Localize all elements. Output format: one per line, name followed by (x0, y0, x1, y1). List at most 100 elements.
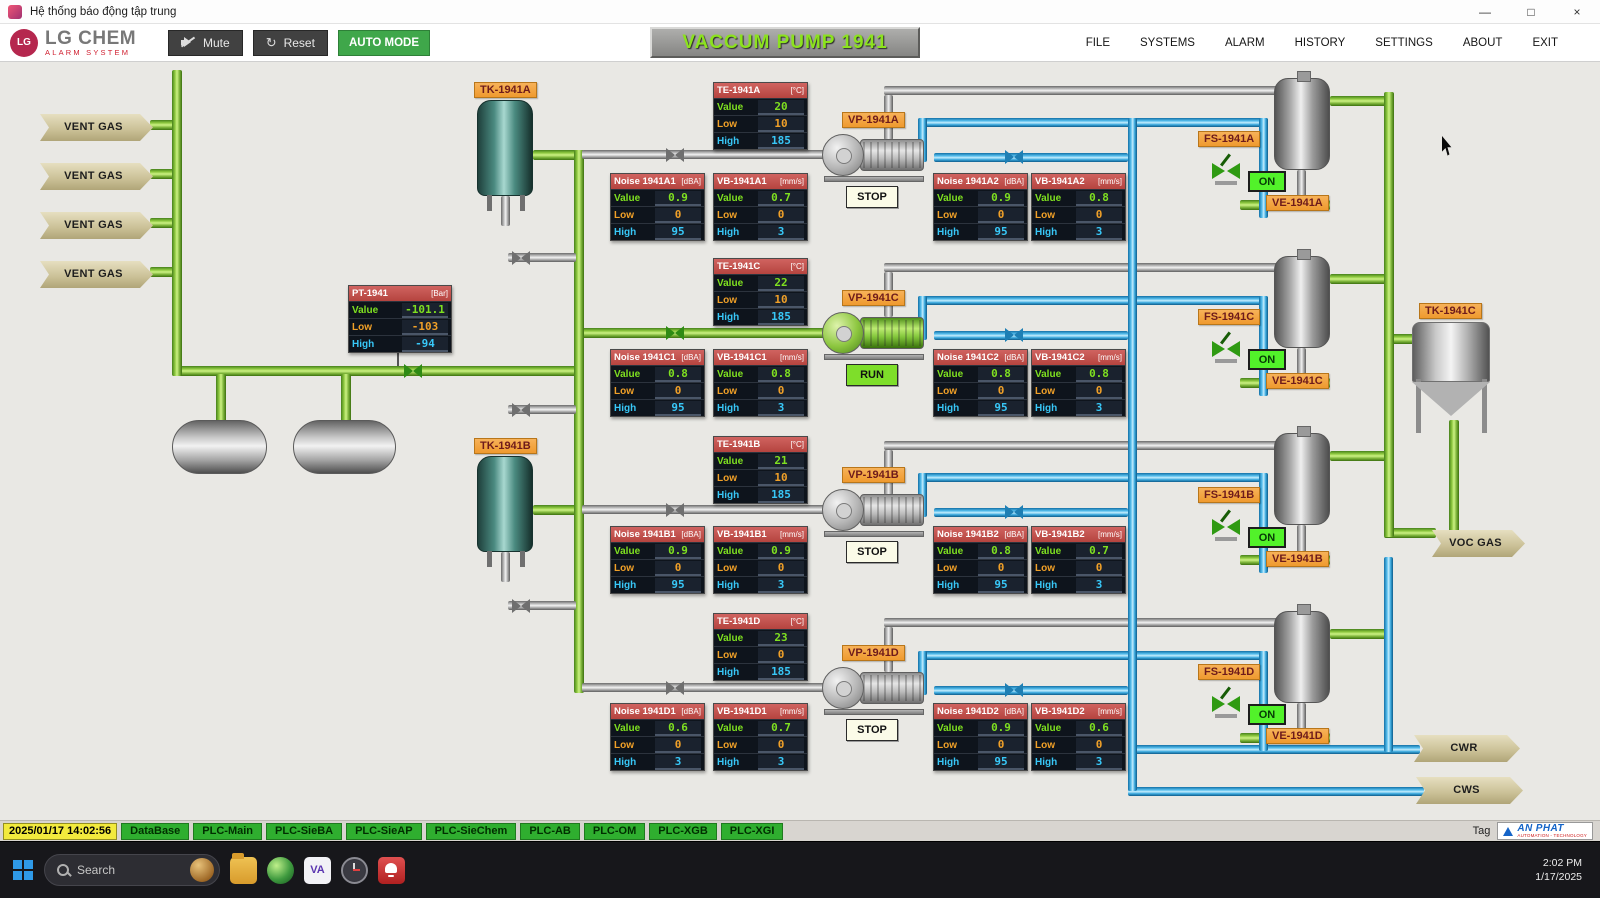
row-label: Low (1035, 740, 1055, 751)
value-reading: 22 (758, 276, 804, 291)
flow-switch-state-button[interactable]: ON (1248, 349, 1286, 370)
statusbar-item-plc-sieba[interactable]: PLC-SieBA (266, 823, 342, 840)
panel-vb-1941b1: VB-1941B1[mm/s]Value0.9Low0High3 (713, 526, 808, 594)
panel-row-value: Value21 (714, 452, 807, 469)
panel-noise-1941a1: Noise 1941A1[dBA]Value0.9Low0High95 (610, 173, 705, 241)
search-box[interactable]: Search (44, 854, 220, 886)
tray-time: 2:02 PM (1535, 856, 1582, 870)
panel-body: Value0.9Low0High95 (611, 542, 704, 593)
panel-body: Value22Low10High185 (714, 274, 807, 325)
pump-state-button[interactable]: RUN (846, 364, 898, 386)
valve-icon (1005, 683, 1023, 697)
maximize-icon[interactable]: □ (1508, 0, 1554, 24)
panel-te-1941d: TE-1941D[°C]Value23Low0High185 (713, 613, 808, 681)
flow-switch-state-button[interactable]: ON (1248, 171, 1286, 192)
row-label: Value (717, 102, 743, 113)
low-limit: -103 (402, 320, 448, 335)
menu-item-history[interactable]: HISTORY (1295, 37, 1346, 49)
statusbar-item-plc-xgi[interactable]: PLC-XGI (721, 823, 784, 840)
menu-item-about[interactable]: ABOUT (1463, 37, 1503, 49)
row-label: Value (1035, 723, 1061, 734)
panel-row-low: Low0 (1032, 382, 1125, 399)
row-label: Low (937, 563, 957, 574)
auto-mode-button[interactable]: AUTO MODE (338, 30, 430, 56)
statusbar-item-plc-siechem[interactable]: PLC-SieChem (426, 823, 517, 840)
app-icon (8, 5, 22, 19)
panel-body: Value0.8Low0High3 (714, 365, 807, 416)
minimize-icon[interactable]: — (1462, 0, 1508, 24)
flow-switch-label: FS-1941C (1198, 309, 1260, 325)
panel-row-low: Low0 (714, 736, 807, 753)
panel-header: VB-1941D2[mm/s] (1032, 704, 1125, 719)
panel-header: VB-1941B1[mm/s] (714, 527, 807, 542)
value-reading: 0.9 (978, 191, 1024, 206)
panel-row-high: High3 (714, 223, 807, 240)
statusbar-item-database[interactable]: DataBase (121, 823, 189, 840)
panel-header: VB-1941D1[mm/s] (714, 704, 807, 719)
menu-item-settings[interactable]: SETTINGS (1375, 37, 1433, 49)
close-icon[interactable]: × (1554, 0, 1600, 24)
statusbar-item-plc-xgb[interactable]: PLC-XGB (649, 823, 717, 840)
panel-row-value: Value0.8 (934, 542, 1027, 559)
pump-motor (860, 317, 924, 349)
menu-item-file[interactable]: FILE (1086, 37, 1110, 49)
high-limit: 95 (978, 401, 1024, 416)
pipe (884, 441, 1296, 450)
panel-row-low: Low0 (714, 206, 807, 223)
menu-item-alarm[interactable]: ALARM (1225, 37, 1265, 49)
reset-button[interactable]: ↻ Reset (253, 30, 328, 56)
panel-row-high: High3 (1032, 753, 1125, 770)
file-explorer-icon[interactable] (230, 857, 257, 884)
lg-chem-logo: LG LG CHEM ALARM SYSTEM (10, 29, 158, 57)
browser-icon[interactable] (267, 857, 294, 884)
value-reading: 23 (758, 631, 804, 646)
panel-title: Noise 1941C2 (937, 352, 999, 363)
statusbar-item-plc-om[interactable]: PLC-OM (584, 823, 645, 840)
start-button[interactable] (12, 859, 34, 881)
alarm-app-icon[interactable] (378, 857, 405, 884)
panel-row-value: Value23 (714, 629, 807, 646)
pump-head (822, 134, 864, 176)
tag-label[interactable]: Tag (1473, 825, 1491, 837)
panel-unit: [mm/s] (780, 707, 804, 716)
taskbar-clock[interactable]: 2:02 PM 1/17/2025 (1535, 856, 1588, 884)
va-app-icon[interactable]: VA (304, 857, 331, 884)
high-limit: 3 (655, 755, 701, 770)
panel-row-low: Low0 (1032, 736, 1125, 753)
panel-row-high: High185 (714, 663, 807, 680)
flow-switch-state-button[interactable]: ON (1248, 527, 1286, 548)
search-highlight-icon[interactable] (190, 858, 214, 882)
clock-app-icon[interactable] (341, 857, 368, 884)
row-label: Value (1035, 193, 1061, 204)
panel-row-low: Low0 (714, 559, 807, 576)
pump-icon (816, 487, 928, 537)
mute-button[interactable]: Mute (168, 30, 243, 56)
menu-item-exit[interactable]: EXIT (1532, 37, 1558, 49)
panel-row-high: High95 (611, 223, 704, 240)
pipe (934, 508, 1128, 517)
panel-body: Value0.8Low0High95 (934, 365, 1027, 416)
window-controls: — □ × (1462, 0, 1600, 24)
pump-label: VP-1941C (842, 290, 905, 306)
brand-subtitle: ALARM SYSTEM (45, 49, 136, 57)
pump-state-button[interactable]: STOP (846, 186, 898, 208)
pump-state-button[interactable]: STOP (846, 541, 898, 563)
flow-switch-fs-1941b: FS-1941BONVE-1941B (1196, 487, 1346, 579)
value-reading: 0.7 (1076, 544, 1122, 559)
panel-header: Noise 1941B2[dBA] (934, 527, 1027, 542)
statusbar-item-plc-sieap[interactable]: PLC-SieAP (346, 823, 421, 840)
statusbar-item-plc-ab[interactable]: PLC-AB (520, 823, 580, 840)
statusbar-item-plc-main[interactable]: PLC-Main (193, 823, 262, 840)
pipe (918, 296, 1268, 305)
pipe (574, 150, 584, 693)
reset-label: Reset (284, 36, 315, 50)
menu-item-systems[interactable]: SYSTEMS (1140, 37, 1195, 49)
low-limit: 0 (978, 384, 1024, 399)
flow-switch-state-button[interactable]: ON (1248, 704, 1286, 725)
pipe (934, 153, 1128, 162)
panel-noise-1941b1: Noise 1941B1[dBA]Value0.9Low0High95 (610, 526, 705, 594)
pump-state-button[interactable]: STOP (846, 719, 898, 741)
panel-te-1941b: TE-1941B[°C]Value21Low10High185 (713, 436, 808, 504)
panel-row-high: High3 (611, 753, 704, 770)
row-label: High (717, 403, 739, 414)
